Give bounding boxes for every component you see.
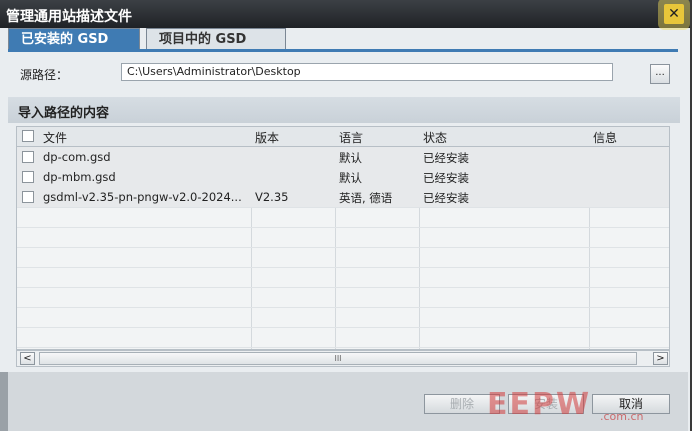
cell-file: dp-com.gsd	[43, 150, 111, 164]
empty-row	[17, 327, 669, 348]
scroll-left-icon[interactable]: <	[20, 352, 35, 365]
cell-file: gsdml-v2.35-pn-pngw-v2.0-2024...	[43, 190, 242, 204]
column-header-language[interactable]: 语言	[339, 129, 363, 146]
empty-row	[17, 227, 669, 248]
horizontal-scrollbar[interactable]: < III >	[16, 350, 670, 367]
source-path-label: 源路径：	[20, 68, 69, 82]
row-checkbox[interactable]	[22, 191, 34, 203]
close-icon[interactable]: ✕	[664, 4, 684, 24]
watermark-logo: EEPW	[487, 387, 592, 422]
empty-row	[17, 307, 669, 328]
browse-button[interactable]: ...	[650, 64, 670, 84]
row-checkbox[interactable]	[22, 151, 34, 163]
cell-language: 默认	[339, 171, 362, 185]
table-row[interactable]: dp-mbm.gsd 默认 已经安装	[17, 167, 669, 188]
empty-row	[17, 267, 669, 288]
table-row[interactable]: gsdml-v2.35-pn-pngw-v2.0-2024... V2.35 英…	[17, 187, 669, 208]
tab-underline	[8, 49, 678, 52]
row-checkbox[interactable]	[22, 171, 34, 183]
tab-installed-gsd[interactable]: 已安装的 GSD	[8, 28, 140, 50]
empty-row	[17, 287, 669, 308]
column-header-version[interactable]: 版本	[255, 129, 279, 146]
select-all-checkbox[interactable]	[22, 130, 34, 142]
source-path-input[interactable]: C:\Users\Administrator\Desktop	[121, 63, 613, 81]
cell-status: 已经安装	[423, 191, 469, 205]
cell-status: 已经安装	[423, 151, 469, 165]
scroll-thumb[interactable]: III	[39, 352, 637, 365]
column-header-status[interactable]: 状态	[423, 129, 447, 146]
table-header: 文件 版本 语言 状态 信息	[17, 127, 669, 147]
section-header: 导入路径的内容	[8, 97, 680, 123]
empty-row	[17, 247, 669, 268]
footer-edge	[0, 372, 8, 431]
table-row[interactable]: dp-com.gsd 默认 已经安装	[17, 147, 669, 168]
scroll-right-icon[interactable]: >	[653, 352, 668, 365]
empty-row	[17, 207, 669, 228]
tab-project-gsd[interactable]: 项目中的 GSD	[146, 28, 286, 50]
gsd-table: 文件 版本 语言 状态 信息 dp-com.gsd 默认 已经安装 dp-mbm…	[16, 126, 670, 350]
cell-language: 英语, 德语	[339, 191, 393, 205]
watermark-site: .com.cn	[600, 410, 644, 423]
cell-status: 已经安装	[423, 171, 469, 185]
cell-version: V2.35	[255, 190, 289, 204]
title-bar[interactable]: 管理通用站描述文件 ✕	[0, 0, 690, 28]
cell-language: 默认	[339, 151, 362, 165]
column-header-info[interactable]: 信息	[593, 129, 617, 146]
column-header-file[interactable]: 文件	[43, 129, 67, 146]
window-title: 管理通用站描述文件	[6, 9, 132, 25]
cell-file: dp-mbm.gsd	[43, 170, 116, 184]
gsd-dialog: 管理通用站描述文件 ✕ 已安装的 GSD 项目中的 GSD 源路径： C:\Us…	[0, 0, 692, 431]
section-title: 导入路径的内容	[18, 106, 110, 121]
